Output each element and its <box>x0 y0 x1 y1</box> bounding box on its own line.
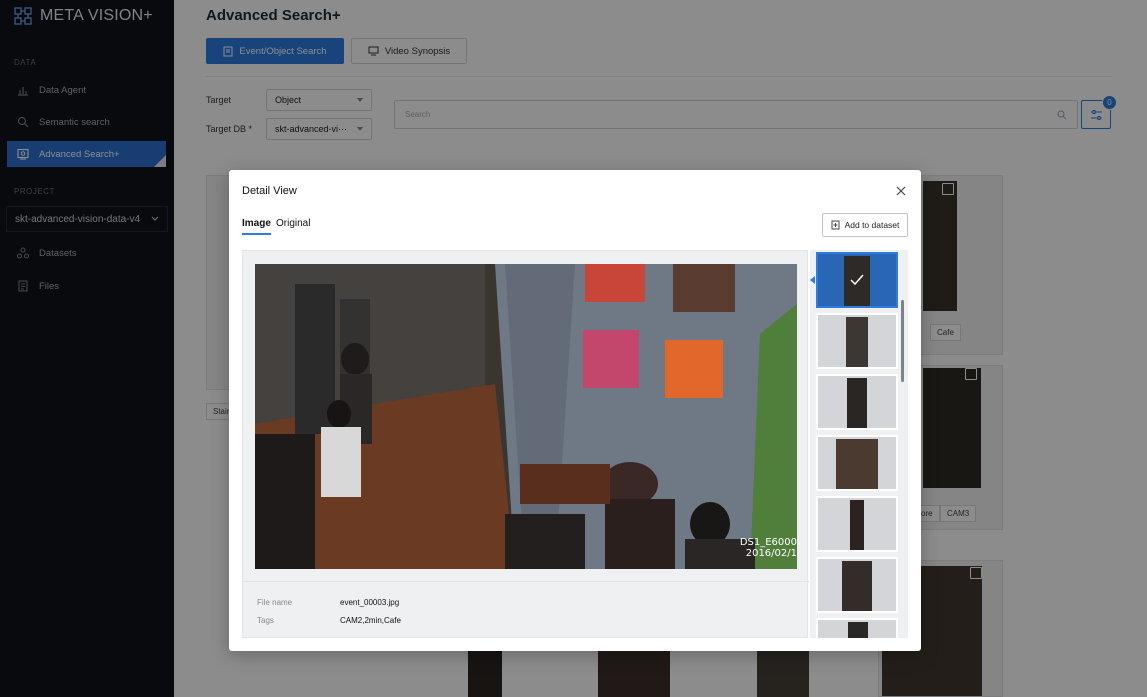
detail-view-modal: Detail View Image Original Add to datase… <box>229 170 921 651</box>
thumbnail-item[interactable] <box>816 496 898 552</box>
image-viewer: DS1_E6000 2016/02/1 File name event_0000… <box>242 250 809 639</box>
image-metadata: File name event_00003.jpg Tags CAM2,2min… <box>243 581 809 639</box>
thumbnail-strip <box>810 250 908 638</box>
tab-image[interactable]: Image <box>242 218 271 235</box>
overlay-line: 2016/02/1 <box>745 548 797 559</box>
close-icon <box>896 186 906 196</box>
modal-title: Detail View <box>242 185 297 197</box>
meta-value-file-name: event_00003.jpg <box>340 598 400 607</box>
thumbnail-item[interactable] <box>816 313 898 369</box>
add-to-dataset-button[interactable]: Add to dataset <box>822 213 908 237</box>
thumbnail-item[interactable] <box>816 435 898 491</box>
thumbnail-item[interactable] <box>816 374 898 430</box>
thumbnail-item[interactable] <box>816 252 898 308</box>
overlay-line: DS1_E6000 <box>739 537 797 548</box>
meta-label-file-name: File name <box>257 598 293 607</box>
meta-value-tags: CAM2,2min,Cafe <box>340 616 401 625</box>
close-button[interactable] <box>894 184 908 198</box>
detail-image[interactable]: DS1_E6000 2016/02/1 <box>255 264 797 569</box>
selected-indicator <box>810 276 815 284</box>
thumbnail-item[interactable] <box>816 557 898 613</box>
check-icon <box>850 274 864 286</box>
meta-label-tags: Tags <box>257 616 274 625</box>
cafe-scene-image <box>255 264 797 569</box>
thumbnail-item[interactable] <box>816 618 898 638</box>
thumbnail-scrollbar[interactable] <box>901 300 904 382</box>
tab-original[interactable]: Original <box>276 218 310 229</box>
add-to-dataset-label: Add to dataset <box>844 220 900 230</box>
image-timestamp-overlay: DS1_E6000 2016/02/1 <box>740 537 797 559</box>
add-file-icon <box>831 220 840 230</box>
